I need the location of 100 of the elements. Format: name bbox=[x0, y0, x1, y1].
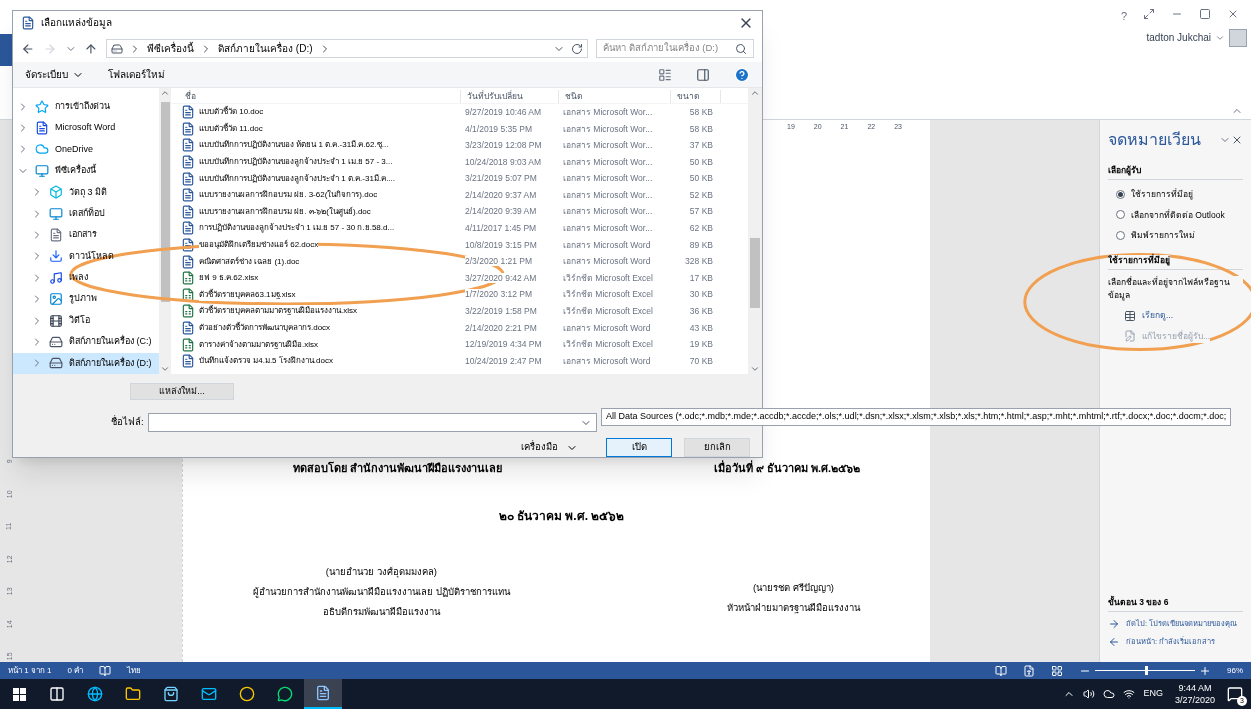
restore-icon[interactable] bbox=[1199, 8, 1211, 20]
nav-item[interactable]: วิดีโอ bbox=[13, 309, 159, 332]
radio-label[interactable]: เลือกจากที่ติดต่อ Outlook bbox=[1131, 208, 1225, 222]
zoom-thumb[interactable] bbox=[1145, 666, 1148, 675]
nav-item[interactable]: รูปภาพ bbox=[13, 288, 159, 310]
proofing-icon[interactable] bbox=[99, 664, 112, 677]
nav-item[interactable]: เดสก์ท็อป bbox=[13, 202, 159, 225]
file-row[interactable]: แบบรายงานผลการฝึกอบรม ฝย. ๓-๖๒(ในศูนย์).doc 2/14/2020 9:39 AM เอกสาร Microsoft Wor... 57 KB bbox=[171, 203, 748, 221]
language-text[interactable]: ไทย bbox=[127, 664, 142, 677]
file-size: 58 KB bbox=[689, 123, 713, 134]
pane-link[interactable]: เรียกดู... bbox=[1124, 309, 1174, 322]
nav-item[interactable]: ดิสก์ภายในเครื่อง (D:) bbox=[13, 352, 159, 374]
cloud-icon[interactable] bbox=[1103, 688, 1116, 700]
back-icon[interactable] bbox=[21, 41, 35, 56]
web-layout-icon[interactable] bbox=[1051, 664, 1063, 677]
scrollbar[interactable] bbox=[748, 88, 762, 374]
scrollbar[interactable] bbox=[159, 88, 171, 374]
organize-button[interactable]: จัดระเบียบ bbox=[25, 67, 84, 83]
clock[interactable]: 9:44 AM 3/27/2020 bbox=[1170, 682, 1219, 706]
radio-label[interactable]: ใช้รายการที่มีอยู่ bbox=[1131, 187, 1193, 201]
file-row[interactable]: คณิตศาสตร์ช่าง เฉลย (1).doc 2/3/2020 1:21 PM เอกสาร Microsoft Word 328 KB bbox=[171, 253, 748, 270]
scroll-down-icon[interactable] bbox=[750, 364, 760, 374]
open-button[interactable]: เปิด bbox=[606, 438, 672, 457]
avatar[interactable] bbox=[1229, 28, 1247, 47]
refresh-icon[interactable] bbox=[571, 42, 583, 55]
file-tab-strip bbox=[0, 34, 12, 66]
column-header[interactable]: วันที่ปรับเปลี่ยน bbox=[461, 90, 559, 103]
star-icon bbox=[35, 99, 49, 114]
file-row[interactable]: ตารางค่าจ้างตามมาตรฐานฝีมือ.xlsx 12/19/2019 4:34 PM เวิร์กชีต Microsoft Excel 19 KB bbox=[171, 336, 748, 353]
file-row[interactable]: ยฟ 9 ธ.ค.62.xlsx 3/27/2020 9:42 AM เวิร์กชีต Microsoft Excel 17 KB bbox=[171, 269, 748, 287]
nav-item[interactable]: OneDrive bbox=[13, 138, 159, 161]
cancel-button[interactable]: ยกเลิก bbox=[684, 438, 750, 457]
breadcrumb[interactable]: ดิสก์ภายในเครื่อง (D:) bbox=[218, 41, 313, 56]
help-icon[interactable] bbox=[734, 66, 750, 83]
file-name: แบบบันทึกการปฏิบัติงานของลูกจ้างประจำ 1 ต.ค.-31มี.ค.... bbox=[199, 172, 395, 185]
radio-button[interactable] bbox=[1116, 189, 1125, 199]
notification-icon[interactable] bbox=[1227, 686, 1243, 702]
taskbar-app[interactable] bbox=[304, 679, 342, 709]
file-size: 17 KB bbox=[689, 272, 713, 283]
column-header[interactable]: ขนาด bbox=[671, 90, 721, 103]
file-row[interactable]: แบบตัวชี้วัด 10.doc 9/27/2019 10:46 AM เอกสาร Microsoft Wor... 58 KB bbox=[171, 104, 748, 121]
address-bar[interactable]: พีซีเครื่องนี้ ดิสก์ภายในเครื่อง (D:) bbox=[106, 39, 588, 58]
preview-pane-icon[interactable] bbox=[696, 67, 710, 82]
file-row[interactable]: แบบบันทึกการปฏิบัติงานของลูกจ้างประจำ 1 เม.ย 57 - 3... 10/24/2018 9:03 AM เอกสาร Microsoft Wor... 50 KB bbox=[171, 153, 748, 171]
nav-item[interactable]: พีซีเครื่องนี้ bbox=[13, 160, 159, 182]
file-row[interactable]: แบบตัวชี้วัด 11.doc 4/1/2019 5:35 PM เอกสาร Microsoft Wor... 58 KB bbox=[171, 120, 748, 138]
file-type-dropdown[interactable]: All Data Sources (*.odc;*.mdb;*.mde;*.accdb;*.accde;*.ols;*.udl;*.dsn;*.xlsx;*.xlsm;*.xlsb;*.xls;*.htm;*.html;*.asp;*.mht;*.mhtml;*.rtf;*.docx;*.doc;*.docm;*.doc; bbox=[601, 408, 1232, 426]
line-icon bbox=[277, 686, 293, 702]
column-header[interactable]: ชื่อ bbox=[179, 90, 461, 103]
nav-item[interactable]: เอกสาร bbox=[13, 224, 159, 246]
file-type: เวิร์กชีต Microsoft Excel bbox=[563, 272, 653, 283]
read-mode-icon[interactable] bbox=[995, 664, 1007, 677]
close-icon[interactable] bbox=[1231, 134, 1243, 146]
file-row[interactable]: ตัวชี้วัดรายบุคคล63.1มฐ.xlsx 1/7/2020 3:12 PM เวิร์กชีต Microsoft Excel 30 KB bbox=[171, 286, 748, 304]
wifi-icon[interactable] bbox=[1123, 688, 1136, 700]
page-count[interactable]: หน้า 1 จาก 1 bbox=[8, 664, 52, 677]
file-type: เอกสาร Microsoft Word bbox=[563, 322, 651, 333]
nav-item[interactable]: ดาวน์โหลด bbox=[13, 245, 159, 268]
scroll-up-icon[interactable] bbox=[160, 88, 170, 98]
radio-label[interactable]: พิมพ์รายการใหม่ bbox=[1131, 229, 1195, 242]
print-layout-icon[interactable] bbox=[1023, 664, 1035, 677]
search-field[interactable]: ค้นหา ดิสก์ภายในเครื่อง (D:) bbox=[596, 39, 754, 58]
tools-button[interactable]: เครื่องมือ bbox=[521, 440, 578, 455]
file-row[interactable]: แบบรายงานผลการฝึกอบรม ฝย. 3-62(ในกิจการ).doc 2/14/2020 9:37 AM เอกสาร Microsoft Wor... 52 KB bbox=[171, 186, 748, 204]
column-header[interactable]: ชนิด bbox=[559, 90, 671, 103]
file-row[interactable]: ตัวชี้วัดรายบุคคลตามมาตรฐานฝีมือแรงงาน.xlsx 3/22/2019 1:58 PM เวิร์กชีต Microsoft Excel 36 KB bbox=[171, 303, 748, 320]
scroll-down-icon[interactable] bbox=[160, 364, 170, 374]
nav-item[interactable]: Microsoft Word bbox=[13, 117, 159, 139]
help-icon-text[interactable]: ? bbox=[1120, 8, 1127, 25]
file-row[interactable]: ขออนุมัติฝึกเตรียมช่างแอร์ 62.docx 10/8/2019 3:15 PM เอกสาร Microsoft Word 89 KB bbox=[171, 236, 748, 254]
nav-item[interactable]: ดิสก์ภายในเครื่อง (C:) bbox=[13, 331, 159, 353]
file-row[interactable]: แบบบันทึกการปฏิบัติงานของ ห้ตยน 1 ต.ค.-31มี.ค.62.ซุ... 3/23/2019 12:08 PM เอกสาร Microsoft Wor... 37 KB bbox=[171, 137, 748, 154]
nav-item[interactable]: การเข้าถึงด่วน bbox=[13, 96, 159, 118]
filename-field[interactable] bbox=[147, 413, 597, 432]
arrow-left-icon bbox=[1108, 636, 1120, 648]
word-count[interactable]: 0 คำ bbox=[67, 664, 84, 677]
breadcrumb[interactable]: พีซีเครื่องนี้ bbox=[147, 41, 195, 56]
file-row[interactable]: แบบบันทึกการปฏิบัติงานของลูกจ้างประจำ 1 ต.ค.-31มี.ค.... 3/21/2019 5:07 PM เอกสาร Microsoft Wor... 50 KB bbox=[171, 170, 748, 187]
new-folder-button[interactable]: โฟลเดอร์ใหม่ bbox=[108, 67, 165, 83]
file-row[interactable]: บันทึกแจ้งตรวจ ม4.ม.5 โรงฝึกงาน.docx 10/24/2019 2:47 PM เอกสาร Microsoft Word 70 KB bbox=[171, 352, 748, 370]
file-row[interactable]: การปฏิบัติงานของลูกจ้างประจำ 1 เม.ย 57 - 30 ก.ย.58.d... 4/11/2017 1:45 PM เอกสาร Microsoft Wor... 62 KB bbox=[171, 220, 748, 237]
file-name: แบบบันทึกการปฏิบัติงานของ ห้ตยน 1 ต.ค.-31มี.ค.62.ซุ... bbox=[199, 139, 389, 152]
zoom-in-icon[interactable] bbox=[1199, 664, 1211, 677]
file-type: เอกสาร Microsoft Wor... bbox=[563, 189, 653, 200]
radio-button[interactable] bbox=[1116, 231, 1125, 241]
view-icon[interactable] bbox=[658, 67, 672, 82]
scroll-thumb[interactable] bbox=[750, 238, 760, 308]
file-row[interactable]: ตัวอย่างตัวชี้วัดการพัฒนาบุคลากร.docx 2/14/2020 2:21 PM เอกสาร Microsoft Word 43 KB bbox=[171, 319, 748, 337]
account-name[interactable]: tadton Jukchai bbox=[1146, 30, 1211, 45]
file-date: 1/7/2020 3:12 PM bbox=[465, 289, 533, 300]
scroll-up-icon[interactable] bbox=[750, 88, 760, 98]
scroll-thumb[interactable] bbox=[160, 102, 170, 302]
radio-button[interactable] bbox=[1116, 210, 1125, 220]
nav-item[interactable]: วัตถุ 3 มิติ bbox=[13, 181, 159, 203]
ribbon-display-icon[interactable] bbox=[1143, 8, 1155, 20]
input-language[interactable]: ENG bbox=[1143, 687, 1163, 701]
close-icon[interactable] bbox=[1227, 8, 1239, 20]
zoom-reading[interactable]: 96% bbox=[1227, 664, 1243, 677]
new-source-button[interactable]: แหล่งใหม่... bbox=[130, 383, 234, 401]
volume-icon[interactable] bbox=[1083, 688, 1096, 700]
